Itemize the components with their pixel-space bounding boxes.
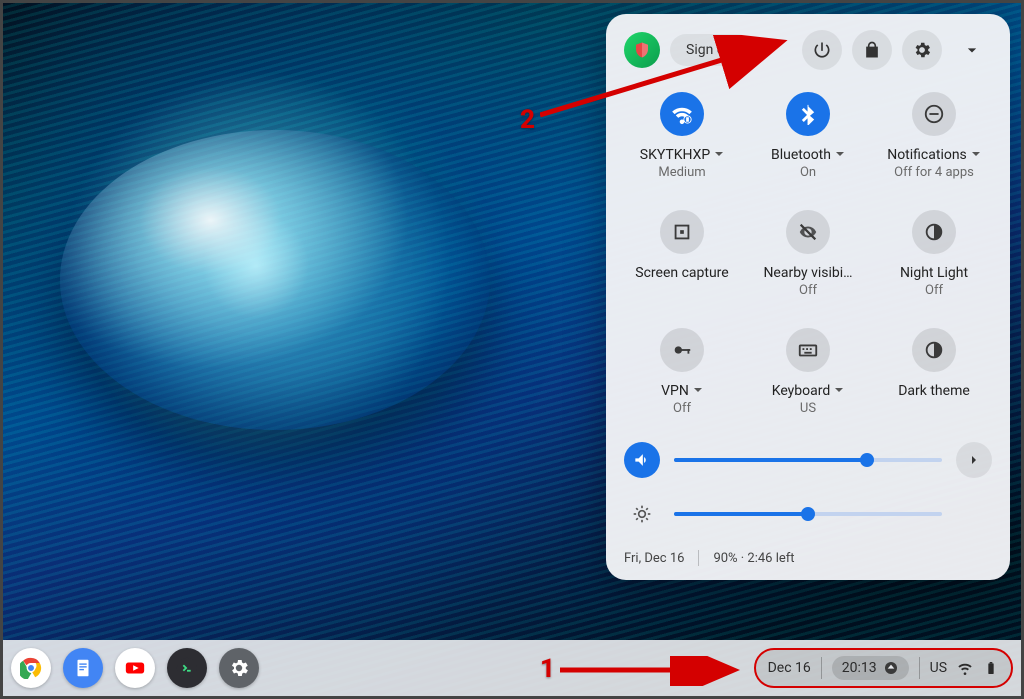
- keyboard-icon: [797, 339, 819, 361]
- status-time: 20:13: [842, 660, 877, 676]
- divider: [919, 657, 920, 679]
- volume-button[interactable]: [624, 442, 660, 478]
- status-ime: US: [930, 660, 947, 676]
- dark-theme-icon: [923, 339, 945, 361]
- annotation-number-2: 2: [520, 105, 535, 135]
- tile-sublabel: Off for 4 apps: [876, 165, 992, 180]
- tile-dark-theme[interactable]: Dark theme: [876, 328, 992, 416]
- tile-label: Dark theme: [898, 383, 970, 399]
- footer-date: Fri, Dec 16: [624, 551, 684, 566]
- tile-notifications[interactable]: Notifications Off for 4 apps: [876, 92, 992, 180]
- volume-slider[interactable]: [674, 458, 942, 462]
- tile-label: Night Light: [900, 265, 968, 281]
- tile-label: Notifications: [887, 147, 967, 163]
- bluetooth-icon: [797, 103, 819, 125]
- status-area[interactable]: Dec 16 20:13 US: [754, 648, 1013, 688]
- battery-icon: [983, 660, 999, 676]
- terminal-icon: [176, 657, 198, 679]
- youtube-icon: [124, 657, 146, 679]
- tile-wifi[interactable]: SKYTKHXP Medium: [624, 92, 740, 180]
- sign-out-button[interactable]: Sign out: [670, 34, 753, 66]
- status-date: Dec 16: [768, 660, 811, 676]
- gear-icon: [228, 657, 250, 679]
- brightness-button[interactable]: [624, 496, 660, 532]
- volume-row: [624, 442, 992, 478]
- gear-icon: [912, 40, 932, 60]
- wifi-icon: [957, 660, 973, 676]
- wifi-icon: [671, 103, 693, 125]
- sliders: [624, 442, 992, 532]
- app-settings[interactable]: [219, 648, 259, 688]
- caret-down-icon: [834, 383, 844, 399]
- app-chrome[interactable]: [11, 648, 51, 688]
- audio-settings-button[interactable]: [956, 442, 992, 478]
- power-button[interactable]: [802, 30, 842, 70]
- screen-capture-icon: [671, 221, 693, 243]
- tile-keyboard[interactable]: Keyboard US: [750, 328, 866, 416]
- tile-label: Keyboard: [772, 383, 831, 399]
- tile-label: VPN: [661, 383, 689, 399]
- lock-icon: [862, 40, 882, 60]
- panel-footer: Fri, Dec 16 90% · 2:46 left: [624, 550, 992, 566]
- tile-label: Nearby visibi…: [763, 265, 852, 281]
- brightness-icon: [632, 504, 652, 524]
- tile-nearby-visibility[interactable]: Nearby visibi… Off: [750, 210, 866, 298]
- vpn-key-icon: [671, 339, 693, 361]
- settings-button[interactable]: [902, 30, 942, 70]
- docs-icon: [72, 657, 94, 679]
- panel-header: Sign out: [624, 30, 992, 70]
- night-light-icon: [923, 221, 945, 243]
- do-not-disturb-icon: [923, 103, 945, 125]
- shield-icon: [633, 41, 651, 59]
- quick-settings-tiles: SKYTKHXP Medium Bluetooth On Notificatio…: [624, 92, 992, 416]
- tile-bluetooth[interactable]: Bluetooth On: [750, 92, 866, 180]
- collapse-button[interactable]: [952, 30, 992, 70]
- tile-sublabel: On: [750, 165, 866, 180]
- power-icon: [812, 40, 832, 60]
- tile-sublabel: Off: [750, 283, 866, 298]
- lock-button[interactable]: [852, 30, 892, 70]
- shelf: Dec 16 20:13 US: [3, 640, 1021, 696]
- footer-battery: 90% · 2:46 left: [713, 551, 794, 566]
- status-time-group: 20:13: [832, 656, 909, 680]
- volume-icon: [632, 450, 652, 470]
- tile-label: Screen capture: [635, 265, 728, 281]
- brightness-slider[interactable]: [674, 512, 942, 516]
- tile-sublabel: Medium: [624, 165, 740, 180]
- tile-sublabel: Off: [624, 401, 740, 416]
- quick-settings-panel: Sign out SKYTKHXP Medium Bluetooth On N: [606, 14, 1010, 580]
- tile-label: Bluetooth: [771, 147, 831, 163]
- app-docs[interactable]: [63, 648, 103, 688]
- divider: [821, 657, 822, 679]
- chrome-icon: [20, 657, 42, 679]
- caret-down-icon: [835, 147, 845, 163]
- tile-sublabel: US: [750, 401, 866, 416]
- notification-badge-icon: [883, 660, 899, 676]
- app-terminal[interactable]: [167, 648, 207, 688]
- chevron-right-icon: [966, 452, 982, 468]
- tile-sublabel: Off: [876, 283, 992, 298]
- caret-down-icon: [693, 383, 703, 399]
- divider: [698, 550, 699, 566]
- annotation-number-1: 1: [540, 654, 555, 684]
- tile-screen-capture[interactable]: Screen capture: [624, 210, 740, 298]
- brightness-row: [624, 496, 992, 532]
- caret-down-icon: [971, 147, 981, 163]
- tile-label: SKYTKHXP: [640, 147, 710, 163]
- app-youtube[interactable]: [115, 648, 155, 688]
- wallpaper-droplet: [60, 130, 490, 430]
- tile-night-light[interactable]: Night Light Off: [876, 210, 992, 298]
- caret-down-icon: [714, 147, 724, 163]
- tile-vpn[interactable]: VPN Off: [624, 328, 740, 416]
- user-avatar[interactable]: [624, 32, 660, 68]
- chevron-down-icon: [962, 40, 982, 60]
- visibility-off-icon: [797, 221, 819, 243]
